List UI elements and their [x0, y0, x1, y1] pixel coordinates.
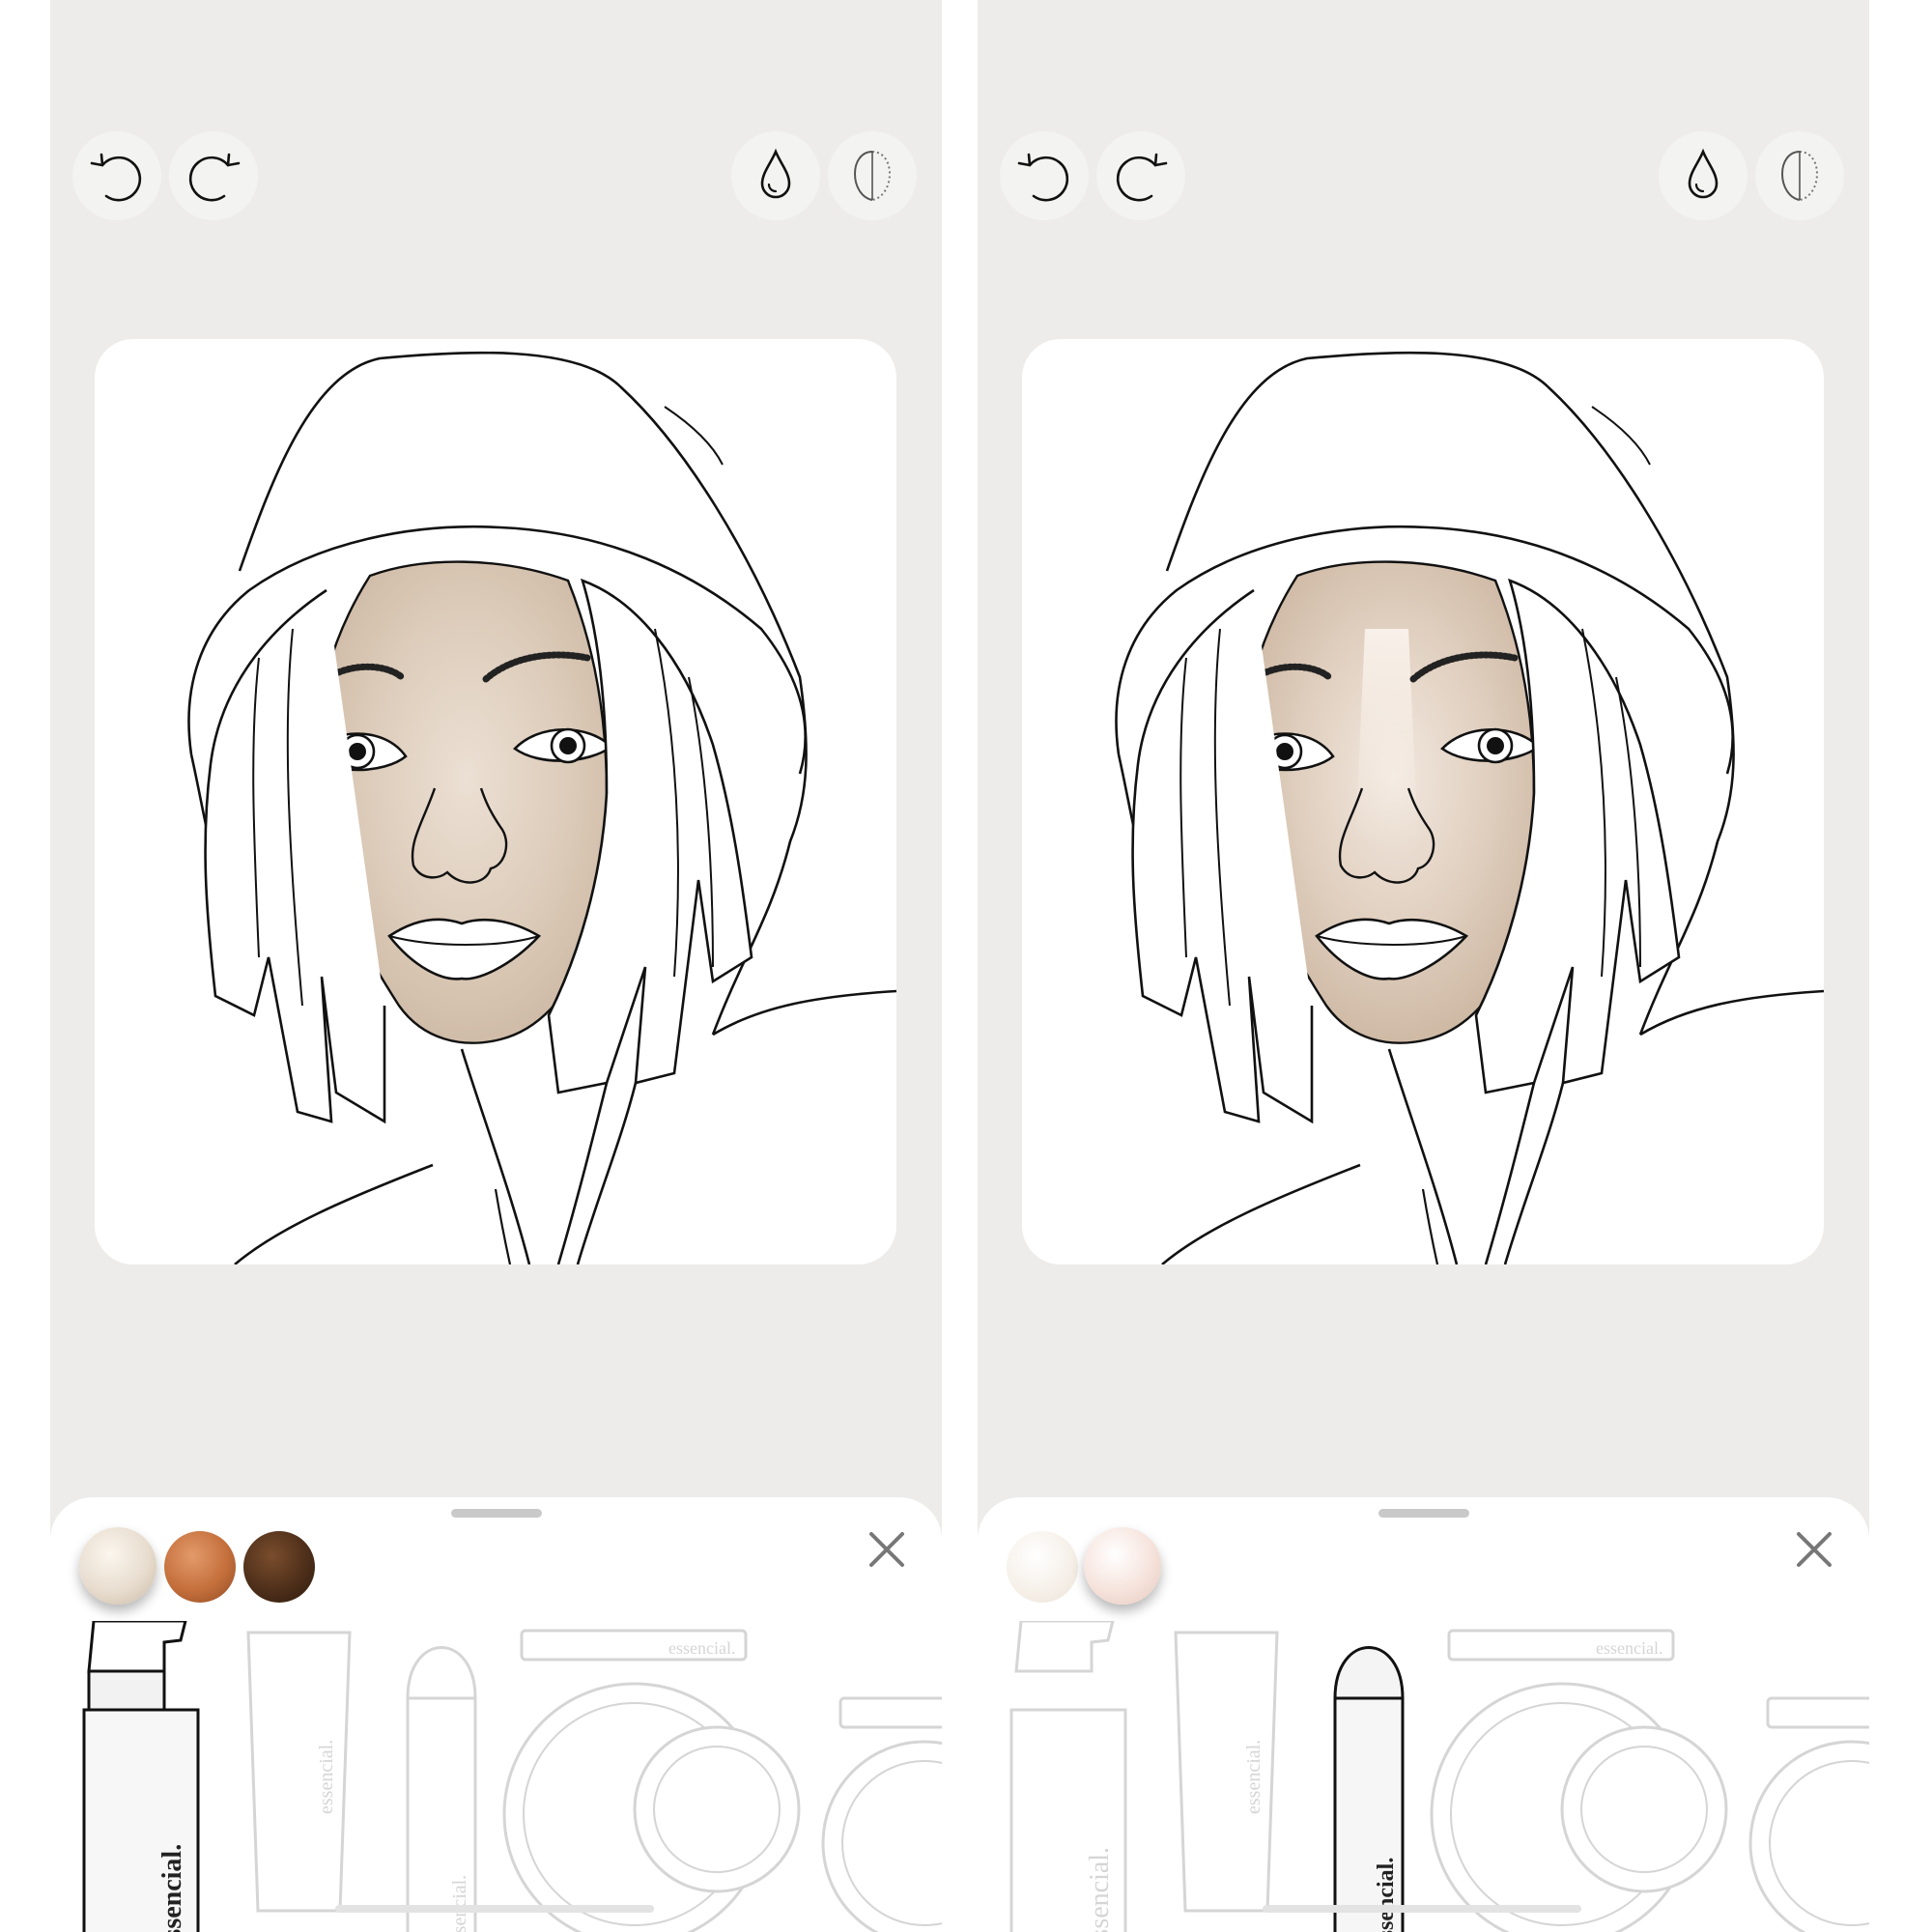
product-carousel[interactable]: essencial. essencial. essencial. essenci… [978, 1621, 1869, 1932]
shade-swatch-2[interactable] [164, 1531, 236, 1603]
product-label: essencial. [449, 1875, 470, 1932]
product-compact-partial[interactable] [1748, 1696, 1869, 1932]
product-foundation-bottle[interactable]: essencial. [82, 1621, 200, 1932]
undo-arrow-icon [1017, 153, 1069, 202]
product-label: essencial. [316, 1740, 337, 1814]
undo-arrow-icon [90, 153, 142, 202]
shade-swatch-1[interactable] [79, 1527, 156, 1605]
product-foundation-bottle[interactable]: essencial. [1009, 1621, 1127, 1932]
drag-handle[interactable] [451, 1509, 542, 1518]
product-tube[interactable]: essencial. [246, 1631, 352, 1913]
face-illustration [1115, 351, 1824, 1264]
product-compact[interactable]: essencial. [502, 1629, 801, 1932]
face-outline-icon [853, 151, 892, 201]
product-stick[interactable]: essencial. [406, 1646, 477, 1932]
face-map-button[interactable] [828, 131, 917, 220]
product-panel: essencial. essencial. essencial. essenci… [978, 1497, 1869, 1932]
redo-arrow-icon [1116, 153, 1168, 202]
product-label: essencial. [157, 1844, 187, 1932]
product-panel: essencial. essencial. essencial. essenci… [50, 1497, 942, 1932]
water-drop-button[interactable] [731, 131, 820, 220]
screen-right: essencial. essencial. essencial. essenci… [978, 0, 1869, 1932]
close-x-icon[interactable] [1791, 1526, 1837, 1573]
product-compact-partial[interactable] [821, 1696, 942, 1932]
face-outline-icon [1780, 151, 1819, 201]
screen-left: essencial. essencial. essencial. essenci… [50, 0, 942, 1932]
face-canvas[interactable] [95, 339, 896, 1264]
redo-arrow-icon [188, 153, 241, 202]
undo-button[interactable] [72, 131, 161, 220]
scroll-indicator [335, 1905, 654, 1913]
product-label: essencial. [1374, 1858, 1399, 1932]
water-drop-button[interactable] [1659, 131, 1747, 220]
redo-button[interactable] [1096, 131, 1185, 220]
close-x-icon[interactable] [864, 1526, 910, 1573]
shade-swatch-3[interactable] [243, 1531, 315, 1603]
drag-handle[interactable] [1378, 1509, 1469, 1518]
product-label: essencial. [668, 1638, 735, 1658]
face-map-button[interactable] [1755, 131, 1844, 220]
redo-button[interactable] [169, 131, 258, 220]
product-label: essencial. [1596, 1638, 1662, 1658]
undo-button[interactable] [1000, 131, 1089, 220]
face-canvas[interactable] [1022, 339, 1824, 1264]
water-drop-icon [760, 148, 791, 199]
product-stick[interactable]: essencial. [1333, 1646, 1405, 1932]
product-tube[interactable]: essencial. [1174, 1631, 1279, 1913]
scroll-indicator [1263, 1905, 1581, 1913]
product-carousel[interactable]: essencial. essencial. essencial. essenci… [50, 1621, 942, 1932]
water-drop-icon [1688, 148, 1719, 199]
shade-swatch-2[interactable] [1084, 1527, 1161, 1605]
product-label: essencial. [1243, 1740, 1264, 1814]
product-label: essencial. [1085, 1847, 1115, 1932]
face-illustration [187, 351, 896, 1264]
product-compact[interactable]: essencial. [1430, 1629, 1728, 1932]
shade-swatch-1[interactable] [1007, 1531, 1078, 1603]
